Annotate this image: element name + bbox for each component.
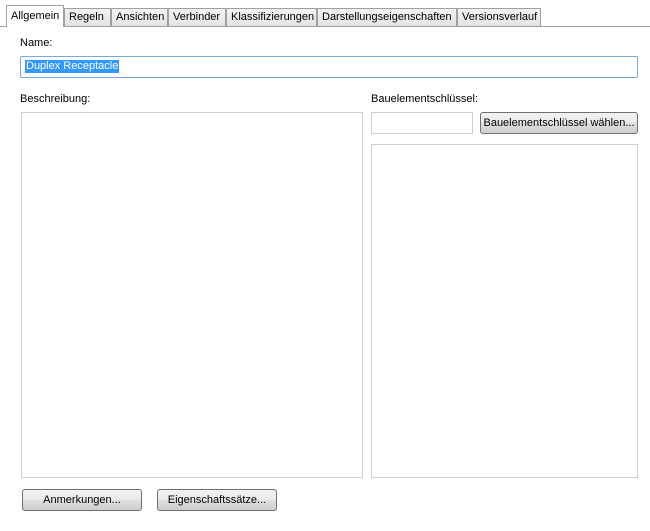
tab-allgemein[interactable]: Allgemein: [6, 5, 64, 27]
tab-ansichten[interactable]: Ansichten: [111, 8, 168, 26]
tab-klassifizierungen[interactable]: Klassifizierungen: [226, 8, 317, 26]
name-field[interactable]: Duplex Receptacle: [20, 56, 638, 78]
name-label: Name:: [20, 37, 53, 49]
tab-label: Klassifizierungen: [231, 11, 315, 23]
tab-label: Allgemein: [11, 10, 60, 22]
notes-button[interactable]: Anmerkungen...: [22, 489, 142, 511]
name-field-value: Duplex Receptacle: [25, 60, 120, 73]
component-key-list[interactable]: [371, 144, 638, 478]
tab-label: Ansichten: [116, 11, 165, 23]
choose-component-key-button[interactable]: Bauelementschlüssel wählen...: [480, 112, 638, 134]
tab-divider: [0, 26, 650, 27]
component-key-input[interactable]: [371, 112, 473, 134]
description-label: Beschreibung:: [20, 93, 91, 105]
tab-panel-allgemein: Name: Duplex Receptacle Beschreibung: Ba…: [0, 26, 650, 531]
properties-dialog: Allgemein Regeln Ansichten Verbinder Kla…: [0, 0, 650, 531]
description-textarea[interactable]: [21, 112, 363, 478]
tab-versionsverlauf[interactable]: Versionsverlauf: [457, 8, 541, 26]
tab-strip: Allgemein Regeln Ansichten Verbinder Kla…: [0, 0, 650, 27]
tab-label: Verbinder: [173, 11, 221, 23]
tab-regeln[interactable]: Regeln: [64, 8, 111, 26]
component-key-label: Bauelementschlüssel:: [371, 93, 479, 105]
tab-darstellungseigenschaften[interactable]: Darstellungseigenschaften: [317, 8, 457, 26]
property-sets-button[interactable]: Eigenschaftssätze...: [157, 489, 277, 511]
tab-label: Regeln: [69, 11, 104, 23]
tab-label: Versionsverlauf: [462, 11, 538, 23]
tab-label: Darstellungseigenschaften: [322, 11, 452, 23]
tab-verbinder[interactable]: Verbinder: [168, 8, 226, 26]
